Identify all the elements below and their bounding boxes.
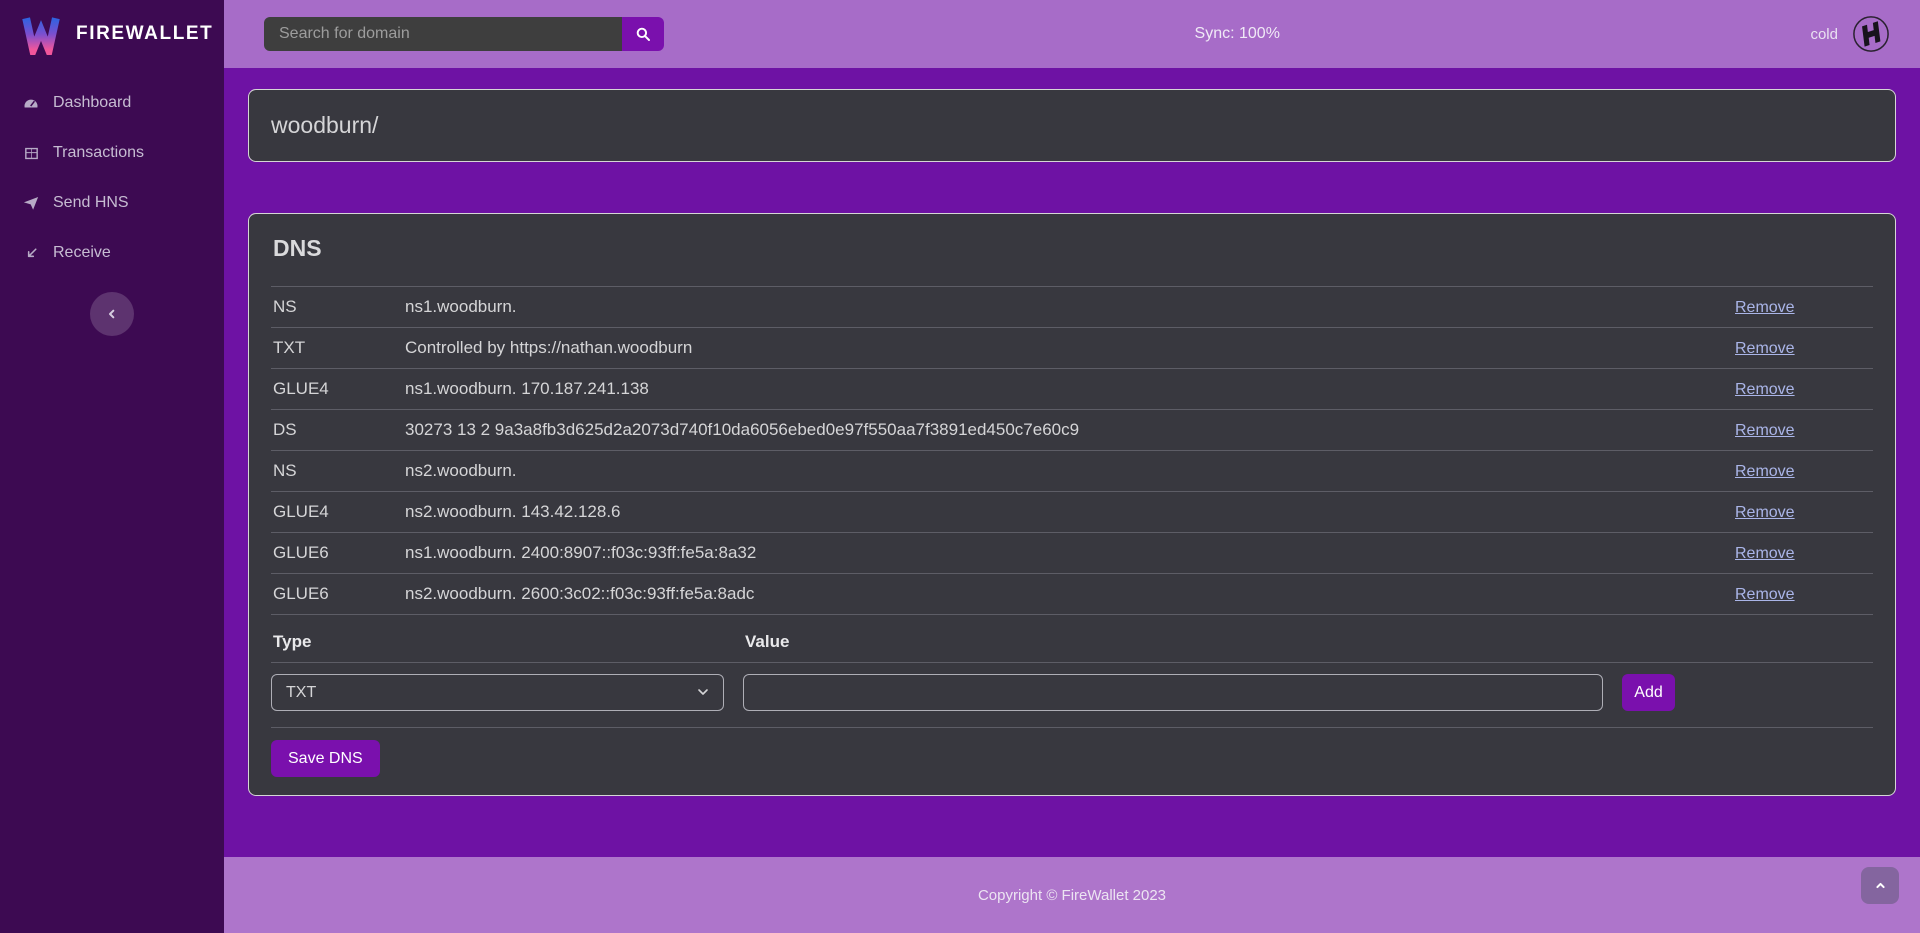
dns-record-type: TXT (271, 328, 403, 369)
remove-record-link[interactable]: Remove (1735, 545, 1795, 562)
firewallet-app: FIREWALLET Dashboard Transactions Send H… (0, 0, 1920, 933)
sidebar-nav: Dashboard Transactions Send HNS Receive (0, 78, 224, 278)
firewallet-w-logo (20, 13, 62, 55)
domain-title-card: woodburn/ (248, 89, 1896, 162)
brand-name: FIREWALLET (76, 23, 213, 45)
dns-record-type: NS (271, 451, 403, 492)
page-title: woodburn/ (271, 112, 378, 139)
dns-record-row: GLUE6 ns2.woodburn. 2600:3c02::f03c:93ff… (271, 574, 1873, 615)
save-dns-button[interactable]: Save DNS (271, 740, 380, 777)
chevron-up-icon (1873, 878, 1888, 893)
remove-record-link[interactable]: Remove (1735, 422, 1795, 439)
copyright-text: Copyright © FireWallet 2023 (978, 887, 1166, 904)
sidebar: FIREWALLET Dashboard Transactions Send H… (0, 0, 224, 933)
handshake-logo-icon[interactable] (1852, 15, 1890, 53)
domain-search-input[interactable] (264, 17, 622, 51)
dns-record-row: GLUE4 ns1.woodburn. 170.187.241.138 Remo… (271, 369, 1873, 410)
receive-icon (22, 244, 40, 262)
dns-record-type: DS (271, 410, 403, 451)
table-icon (22, 144, 40, 162)
type-column-header: Type (273, 632, 745, 652)
topbar: Sync: 100% cold (224, 0, 1920, 68)
sidebar-item-receive[interactable]: Receive (0, 228, 224, 278)
sidebar-item-transactions[interactable]: Transactions (0, 128, 224, 178)
dns-records-table: NS ns1.woodburn. Remove TXT Controlled b… (271, 286, 1873, 615)
remove-record-link[interactable]: Remove (1735, 299, 1795, 316)
sidebar-collapse-button[interactable] (90, 292, 134, 336)
remove-record-link[interactable]: Remove (1735, 504, 1795, 521)
dns-record-value: ns1.woodburn. 170.187.241.138 (403, 369, 1733, 410)
brand: FIREWALLET (0, 0, 224, 68)
dns-record-type: NS (271, 287, 403, 328)
dns-record-value: 30273 13 2 9a3a8fb3d625d2a2073d740f10da6… (403, 410, 1733, 451)
search-icon (634, 25, 652, 43)
domain-search-group (264, 17, 664, 51)
value-column-header: Value (745, 632, 789, 652)
remove-record-link[interactable]: Remove (1735, 340, 1795, 357)
main-column: Sync: 100% cold woodburn/ DNS (224, 0, 1920, 933)
main-content: woodburn/ DNS NS ns1.woodburn. Remove TX… (224, 68, 1920, 857)
send-icon (22, 194, 40, 212)
dns-add-record-row: TXT Add (271, 663, 1873, 728)
record-value-input[interactable] (743, 674, 1603, 711)
sync-status: Sync: 100% (664, 25, 1810, 43)
remove-record-link[interactable]: Remove (1735, 381, 1795, 398)
footer: Copyright © FireWallet 2023 (224, 857, 1920, 933)
dns-record-value: ns1.woodburn. 2400:8907::f03c:93ff:fe5a:… (403, 533, 1733, 574)
remove-record-link[interactable]: Remove (1735, 586, 1795, 603)
dns-record-value: ns1.woodburn. (403, 287, 1733, 328)
scroll-to-top-button[interactable] (1861, 867, 1899, 904)
dns-section-title: DNS (271, 214, 1873, 286)
wallet-mode-label: cold (1810, 26, 1838, 43)
dns-record-value: ns2.woodburn. 143.42.128.6 (403, 492, 1733, 533)
dns-record-value: ns2.woodburn. (403, 451, 1733, 492)
gauge-icon (22, 94, 40, 112)
record-type-select-wrap: TXT (271, 674, 724, 711)
sidebar-item-dashboard[interactable]: Dashboard (0, 78, 224, 128)
add-record-button[interactable]: Add (1622, 674, 1675, 711)
remove-record-link[interactable]: Remove (1735, 463, 1795, 480)
dns-record-row: TXT Controlled by https://nathan.woodbur… (271, 328, 1873, 369)
wallet-status-group: cold (1810, 15, 1890, 53)
dns-card: DNS NS ns1.woodburn. Remove TXT Controll… (248, 213, 1896, 796)
record-type-select[interactable]: TXT (271, 674, 724, 711)
dns-record-value: Controlled by https://nathan.woodburn (403, 328, 1733, 369)
sidebar-item-send-hns[interactable]: Send HNS (0, 178, 224, 228)
dns-record-row: NS ns2.woodburn. Remove (271, 451, 1873, 492)
dns-record-value: ns2.woodburn. 2600:3c02::f03c:93ff:fe5a:… (403, 574, 1733, 615)
dns-form-headers: Type Value (271, 615, 1873, 663)
dns-record-row: GLUE6 ns1.woodburn. 2400:8907::f03c:93ff… (271, 533, 1873, 574)
dns-record-type: GLUE4 (271, 369, 403, 410)
dns-record-row: GLUE4 ns2.woodburn. 143.42.128.6 Remove (271, 492, 1873, 533)
dns-record-row: DS 30273 13 2 9a3a8fb3d625d2a2073d740f10… (271, 410, 1873, 451)
dns-record-type: GLUE6 (271, 533, 403, 574)
dns-record-type: GLUE4 (271, 492, 403, 533)
dns-record-type: GLUE6 (271, 574, 403, 615)
chevron-left-icon (104, 306, 120, 322)
domain-search-button[interactable] (622, 17, 664, 51)
dns-record-row: NS ns1.woodburn. Remove (271, 287, 1873, 328)
